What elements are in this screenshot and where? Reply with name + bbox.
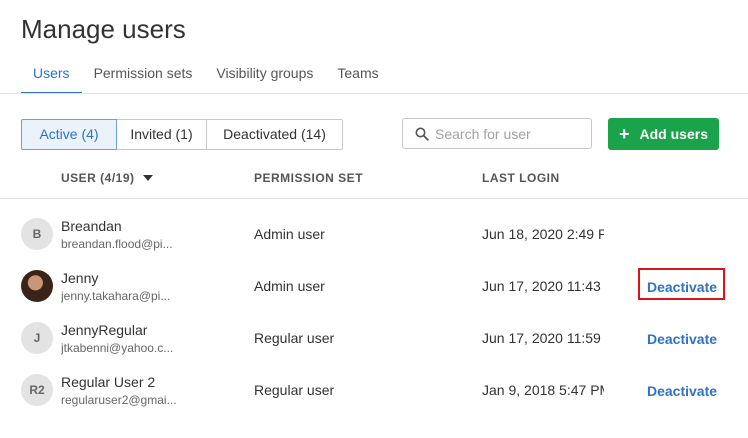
user-email: regularuser2@gmai...: [61, 393, 177, 407]
user-last-login: Jan 9, 2018 5:47 PM: [482, 382, 604, 398]
filter-deactivated-button[interactable]: Deactivated (14): [206, 119, 343, 150]
user-email: jenny.takahara@pi...: [61, 289, 171, 303]
user-name: Breandan: [61, 218, 122, 234]
add-users-label: Add users: [639, 126, 708, 142]
tab-users[interactable]: Users: [21, 56, 82, 94]
user-permission: Admin user: [254, 226, 325, 242]
user-name: Jenny: [61, 270, 99, 286]
table-row: Jenny jenny.takahara@pi... Admin user Ju…: [0, 261, 748, 313]
filter-active-button[interactable]: Active (4): [21, 119, 117, 150]
tab-bar: Users Permission sets Visibility groups …: [21, 56, 391, 94]
add-users-button[interactable]: + Add users: [608, 118, 719, 150]
user-last-login: Jun 18, 2020 2:49 PM: [482, 226, 604, 242]
user-email: jtkabenni@yahoo.c...: [61, 341, 174, 355]
avatar: R2: [21, 374, 53, 406]
user-last-login: Jun 17, 2020 11:59 PM: [482, 330, 604, 346]
search-input[interactable]: [435, 124, 585, 144]
user-name: JennyRegular: [61, 322, 148, 338]
user-permission: Admin user: [254, 278, 325, 294]
tab-permission-sets[interactable]: Permission sets: [82, 56, 205, 94]
table-header: USER (4/19) PERMISSION SET LAST LOGIN: [0, 160, 748, 199]
caret-down-icon: [142, 175, 153, 181]
status-filter-group: Active (4) Invited (1) Deactivated (14): [21, 119, 343, 150]
deactivate-button[interactable]: Deactivate: [647, 383, 717, 399]
user-permission: Regular user: [254, 382, 335, 398]
filter-invited-button[interactable]: Invited (1): [116, 119, 207, 150]
table-row: B Breandan breandan.flood@pi... Admin us…: [0, 209, 748, 261]
user-name: Regular User 2: [61, 374, 156, 390]
tab-visibility-groups[interactable]: Visibility groups: [204, 56, 325, 94]
tabs-divider: [0, 93, 748, 94]
avatar: J: [21, 322, 53, 354]
column-header-permission-set: PERMISSION SET: [254, 171, 364, 185]
user-permission: Regular user: [254, 330, 335, 346]
page-title: Manage users: [21, 14, 186, 44]
tab-teams[interactable]: Teams: [325, 56, 390, 94]
table-row: R2 Regular User 2 regularuser2@gmai... R…: [0, 365, 748, 417]
user-email: breandan.flood@pi...: [61, 237, 173, 251]
search-box: [402, 118, 592, 149]
column-header-user[interactable]: USER (4/19): [61, 171, 153, 185]
avatar: [21, 270, 53, 302]
search-icon: [415, 127, 429, 141]
column-header-last-login: LAST LOGIN: [482, 171, 560, 185]
table-row: J JennyRegular jtkabenni@yahoo.c... Regu…: [0, 313, 748, 365]
deactivate-button[interactable]: Deactivate: [647, 279, 717, 295]
plus-icon: +: [619, 124, 630, 144]
column-header-user-label: USER (4/19): [61, 171, 135, 185]
deactivate-button[interactable]: Deactivate: [647, 331, 717, 347]
user-last-login: Jun 17, 2020 11:43 PM: [482, 278, 604, 294]
avatar: B: [21, 218, 53, 250]
